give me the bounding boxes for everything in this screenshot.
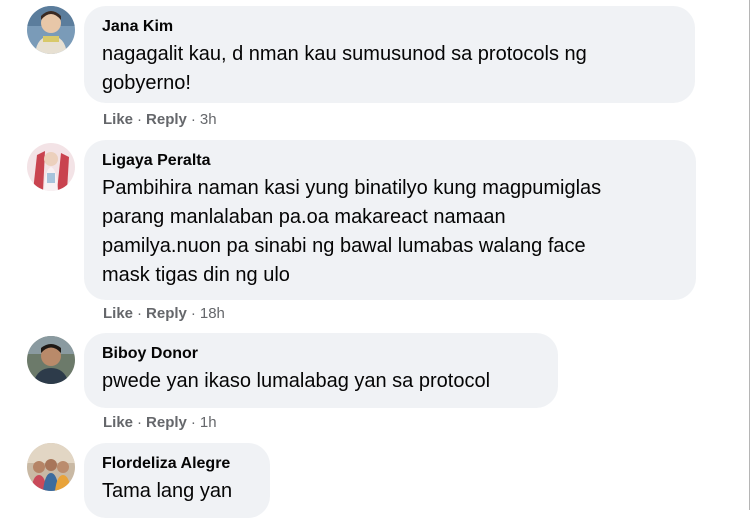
comment-text: Tama lang yan [102,480,233,502]
comment-bubble: Biboy Donor pwede yan ikaso lumalabag ya… [84,333,558,408]
like-button[interactable]: Like [103,305,133,322]
separator: · [137,111,143,128]
like-button[interactable]: Like [103,111,133,128]
comment-author[interactable]: Ligaya Peralta [102,151,678,171]
comment-actions: Like · Reply · 1h [103,414,217,432]
reply-button[interactable]: Reply [146,305,187,322]
comment-bubble: Flordeliza Alegre Tama lang yan [84,443,270,518]
avatar[interactable] [27,143,75,191]
comment-author[interactable]: Jana Kim [102,17,677,37]
comment-timestamp[interactable]: 1h [200,414,217,431]
comment-text: nagagalit kau, d nman kau sumusunod sa p… [102,43,587,94]
comment-bubble: Jana Kim nagagalit kau, d nman kau sumus… [84,6,695,103]
comment-bubble: Ligaya Peralta Pambihira naman kasi yung… [84,140,696,300]
avatar[interactable] [27,336,75,384]
separator: · [190,414,196,431]
like-button[interactable]: Like [103,414,133,431]
avatar[interactable] [27,6,75,54]
reply-button[interactable]: Reply [146,111,187,128]
separator: · [137,305,143,322]
comment-timestamp[interactable]: 3h [200,111,217,128]
comment-actions: Like · Reply · 3h [103,111,217,129]
separator: · [190,111,196,128]
comment-text: Pambihira naman kasi yung binatilyo kung… [102,177,602,286]
separator: · [137,414,143,431]
comment-timestamp[interactable]: 18h [200,305,225,322]
comment-author[interactable]: Biboy Donor [102,344,540,364]
comment-text: pwede yan ikaso lumalabag yan sa protoco… [102,370,491,392]
reply-button[interactable]: Reply [146,414,187,431]
avatar[interactable] [27,443,75,491]
comment-author[interactable]: Flordeliza Alegre [102,454,252,474]
separator: · [190,305,196,322]
comment-actions: Like · Reply · 18h [103,305,225,323]
